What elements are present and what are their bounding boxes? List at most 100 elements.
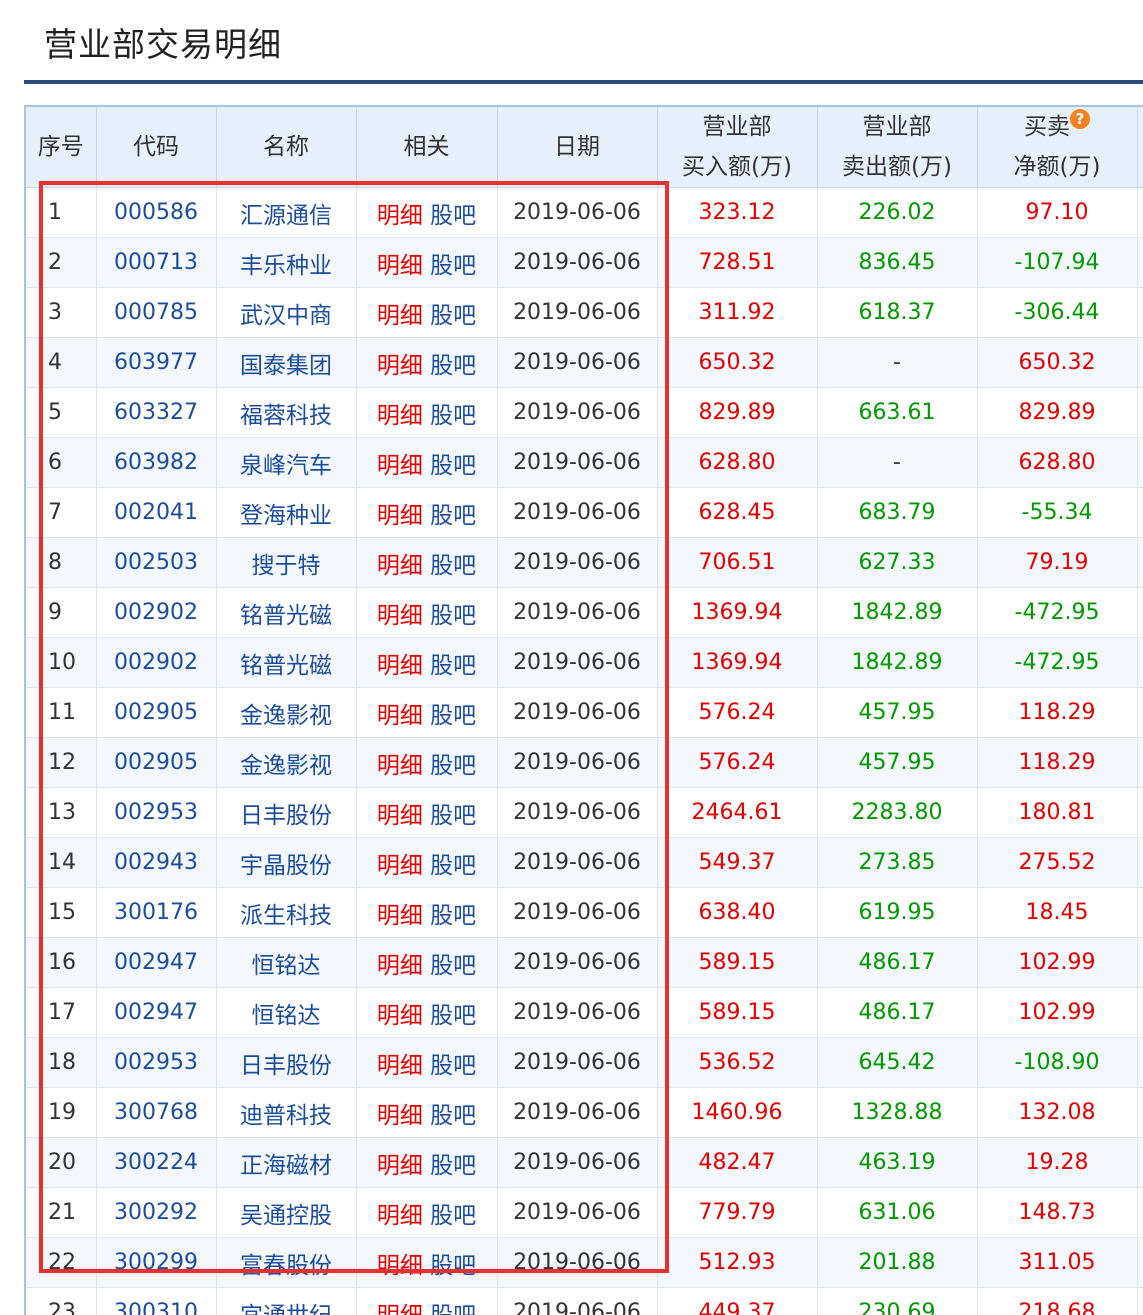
guba-link[interactable]: 股吧 <box>430 303 476 329</box>
stock-code-link[interactable]: 300310 <box>95 1287 217 1315</box>
stock-code-link[interactable]: 000785 <box>95 287 217 338</box>
detail-link[interactable]: 明细 <box>377 1103 423 1129</box>
guba-link[interactable]: 股吧 <box>430 1253 476 1279</box>
stock-name-link[interactable]: 迪普科技 <box>215 1087 357 1138</box>
stock-name-link[interactable]: 金逸影视 <box>215 737 357 788</box>
header-buy-amount[interactable]: 营业部 买入额(万) <box>656 105 818 188</box>
stock-name-link[interactable]: 日丰股份 <box>215 1037 357 1088</box>
header-date[interactable]: 日期 <box>496 105 658 188</box>
detail-link[interactable]: 明细 <box>377 853 423 879</box>
stock-name-link[interactable]: 恒铭达 <box>215 937 357 988</box>
header-sell-amount[interactable]: 营业部 卖出额(万) <box>816 105 978 188</box>
stock-name-link[interactable]: 汇源通信 <box>215 187 357 238</box>
detail-link[interactable]: 明细 <box>377 1303 423 1315</box>
stock-code-link[interactable]: 002905 <box>95 687 217 738</box>
stock-code-link[interactable]: 002943 <box>95 837 217 888</box>
guba-link[interactable]: 股吧 <box>430 953 476 979</box>
stock-name-link[interactable]: 正海磁材 <box>215 1137 357 1188</box>
detail-link[interactable]: 明细 <box>377 953 423 979</box>
stock-code-link[interactable]: 300292 <box>95 1187 217 1238</box>
stock-code-link[interactable]: 002902 <box>95 587 217 638</box>
guba-link[interactable]: 股吧 <box>430 903 476 929</box>
guba-link[interactable]: 股吧 <box>430 203 476 229</box>
stock-name-link[interactable]: 金逸影视 <box>215 687 357 738</box>
detail-link[interactable]: 明细 <box>377 903 423 929</box>
guba-link[interactable]: 股吧 <box>430 503 476 529</box>
stock-name-link[interactable]: 泉峰汽车 <box>215 437 357 488</box>
detail-link[interactable]: 明细 <box>377 1253 423 1279</box>
stock-name-link[interactable]: 福蓉科技 <box>215 387 357 438</box>
detail-link[interactable]: 明细 <box>377 653 423 679</box>
stock-name-link[interactable]: 日丰股份 <box>215 787 357 838</box>
stock-name-link[interactable]: 国泰集团 <box>215 337 357 388</box>
detail-link[interactable]: 明细 <box>377 503 423 529</box>
guba-link[interactable]: 股吧 <box>430 403 476 429</box>
guba-link[interactable]: 股吧 <box>430 453 476 479</box>
guba-link[interactable]: 股吧 <box>430 253 476 279</box>
detail-link[interactable]: 明细 <box>377 553 423 579</box>
detail-link[interactable]: 明细 <box>377 703 423 729</box>
detail-link[interactable]: 明细 <box>377 353 423 379</box>
stock-code-link[interactable]: 603327 <box>95 387 217 438</box>
detail-link[interactable]: 明细 <box>377 1203 423 1229</box>
detail-link[interactable]: 明细 <box>377 753 423 779</box>
detail-link[interactable]: 明细 <box>377 1153 423 1179</box>
stock-code-link[interactable]: 002905 <box>95 737 217 788</box>
stock-code-link[interactable]: 002902 <box>95 637 217 688</box>
header-net-amount[interactable]: 买卖? 净额(万) <box>976 105 1138 188</box>
detail-link[interactable]: 明细 <box>377 253 423 279</box>
stock-code-link[interactable]: 000586 <box>95 187 217 238</box>
detail-link[interactable]: 明细 <box>377 403 423 429</box>
stock-name-link[interactable]: 宜通世纪 <box>215 1287 357 1315</box>
stock-code-link[interactable]: 603977 <box>95 337 217 388</box>
stock-name-link[interactable]: 铭普光磁 <box>215 637 357 688</box>
stock-name-link[interactable]: 武汉中商 <box>215 287 357 338</box>
stock-code-link[interactable]: 300768 <box>95 1087 217 1138</box>
stock-code-link[interactable]: 300224 <box>95 1137 217 1188</box>
header-seq[interactable]: 序号 <box>24 105 97 188</box>
stock-name-link[interactable]: 富春股份 <box>215 1237 357 1288</box>
guba-link[interactable]: 股吧 <box>430 1103 476 1129</box>
guba-link[interactable]: 股吧 <box>430 1053 476 1079</box>
stock-code-link[interactable]: 002041 <box>95 487 217 538</box>
guba-link[interactable]: 股吧 <box>430 653 476 679</box>
guba-link[interactable]: 股吧 <box>430 1153 476 1179</box>
guba-link[interactable]: 股吧 <box>430 353 476 379</box>
detail-link[interactable]: 明细 <box>377 803 423 829</box>
detail-link[interactable]: 明细 <box>377 303 423 329</box>
stock-name-link[interactable]: 登海种业 <box>215 487 357 538</box>
detail-link[interactable]: 明细 <box>377 1053 423 1079</box>
stock-name-link[interactable]: 铭普光磁 <box>215 587 357 638</box>
detail-link[interactable]: 明细 <box>377 603 423 629</box>
stock-name-link[interactable]: 宇晶股份 <box>215 837 357 888</box>
stock-code-link[interactable]: 300176 <box>95 887 217 938</box>
question-icon[interactable]: ? <box>1070 109 1090 129</box>
stock-name-link[interactable]: 派生科技 <box>215 887 357 938</box>
stock-code-link[interactable]: 002947 <box>95 987 217 1038</box>
guba-link[interactable]: 股吧 <box>430 853 476 879</box>
guba-link[interactable]: 股吧 <box>430 703 476 729</box>
detail-link[interactable]: 明细 <box>377 453 423 479</box>
stock-code-link[interactable]: 002503 <box>95 537 217 588</box>
guba-link[interactable]: 股吧 <box>430 803 476 829</box>
guba-link[interactable]: 股吧 <box>430 1003 476 1029</box>
detail-link[interactable]: 明细 <box>377 203 423 229</box>
stock-code-link[interactable]: 002953 <box>95 787 217 838</box>
stock-name-link[interactable]: 吴通控股 <box>215 1187 357 1238</box>
stock-code-link[interactable]: 002947 <box>95 937 217 988</box>
guba-link[interactable]: 股吧 <box>430 553 476 579</box>
stock-code-link[interactable]: 603982 <box>95 437 217 488</box>
guba-link[interactable]: 股吧 <box>430 1303 476 1315</box>
stock-name-link[interactable]: 丰乐种业 <box>215 237 357 288</box>
guba-link[interactable]: 股吧 <box>430 603 476 629</box>
stock-code-link[interactable]: 002953 <box>95 1037 217 1088</box>
guba-link[interactable]: 股吧 <box>430 753 476 779</box>
stock-code-link[interactable]: 000713 <box>95 237 217 288</box>
detail-link[interactable]: 明细 <box>377 1003 423 1029</box>
stock-name-link[interactable]: 搜于特 <box>215 537 357 588</box>
header-name[interactable]: 名称 <box>215 105 357 188</box>
header-code[interactable]: 代码 <box>95 105 217 188</box>
stock-name-link[interactable]: 恒铭达 <box>215 987 357 1038</box>
stock-code-link[interactable]: 300299 <box>95 1237 217 1288</box>
guba-link[interactable]: 股吧 <box>430 1203 476 1229</box>
